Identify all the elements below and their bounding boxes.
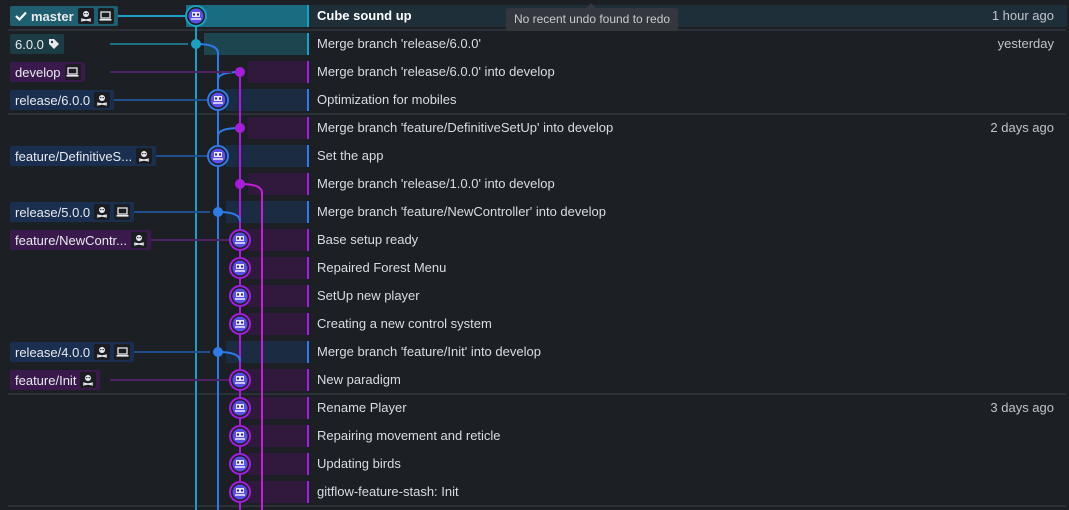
commit-message: Optimization for mobiles xyxy=(317,92,457,107)
author-avatar-icon[interactable] xyxy=(185,5,207,27)
author-avatar-icon[interactable] xyxy=(229,481,251,503)
commit-message: Repaired Forest Menu xyxy=(317,260,447,275)
gitflow-icon xyxy=(136,148,153,164)
commit-message: Set the app xyxy=(317,148,384,163)
tag-icon xyxy=(48,38,60,50)
commit-dot[interactable] xyxy=(235,67,245,77)
commit-message: Cube sound up xyxy=(317,8,412,23)
branch-label-text: feature/Init xyxy=(15,372,77,388)
commit-dot[interactable] xyxy=(235,123,245,133)
commit-dot[interactable] xyxy=(235,179,245,189)
commit-message: SetUp new player xyxy=(317,288,420,303)
gitflow-icon xyxy=(77,8,94,24)
laptop-icon xyxy=(114,344,131,360)
commit-message: Rename Player xyxy=(317,400,407,415)
gitflow-icon xyxy=(94,92,111,108)
branch-label-text: release/6.0.0 xyxy=(15,92,91,108)
author-avatar-icon[interactable] xyxy=(229,257,251,279)
gitflow-icon xyxy=(94,344,111,360)
gitflow-icon xyxy=(131,232,147,248)
branch-label[interactable]: release/5.0.0 xyxy=(10,202,135,222)
branch-label-text: 6.0.0 xyxy=(15,36,44,52)
commit-message: Creating a new control system xyxy=(317,316,492,331)
branch-label[interactable]: 6.0.0 xyxy=(10,34,64,54)
branch-label[interactable]: release/4.0.0 xyxy=(10,342,135,362)
commit-dot[interactable] xyxy=(191,39,201,49)
author-avatar-icon[interactable] xyxy=(229,453,251,475)
branch-label[interactable]: master xyxy=(10,6,118,26)
commit-message: Repairing movement and reticle xyxy=(317,428,501,443)
commit-dot[interactable] xyxy=(213,207,223,217)
author-avatar-icon[interactable] xyxy=(207,145,229,167)
branch-label[interactable]: feature/Init xyxy=(10,370,101,390)
branch-label-text: release/4.0.0 xyxy=(15,344,91,360)
author-avatar-icon[interactable] xyxy=(229,397,251,419)
author-avatar-icon[interactable] xyxy=(229,425,251,447)
author-avatar-icon[interactable] xyxy=(207,89,229,111)
author-avatar-icon[interactable] xyxy=(229,369,251,391)
gitflow-icon xyxy=(94,204,111,220)
commit-message: Merge branch 'release/6.0.0' xyxy=(317,36,481,51)
branch-label[interactable]: release/6.0.0 xyxy=(10,90,115,110)
commit-message: Merge branch 'release/6.0.0' into develo… xyxy=(317,64,555,79)
commit-message: Merge branch 'feature/Init' into develop xyxy=(317,344,541,359)
check-icon xyxy=(15,11,27,21)
author-avatar-icon[interactable] xyxy=(229,229,251,251)
laptop-icon xyxy=(97,8,114,24)
author-avatar-icon[interactable] xyxy=(229,285,251,307)
gitflow-icon xyxy=(80,372,97,388)
commit-time: 1 hour ago xyxy=(991,8,1054,23)
commit-message: Updating birds xyxy=(317,456,401,471)
branch-label-text: master xyxy=(31,8,74,24)
commit-graph: master Cube sound up 1 hour ago 6.0.0 Merge … xyxy=(0,0,1069,510)
commit-message: New paradigm xyxy=(317,372,401,387)
branch-label[interactable]: develop xyxy=(10,62,85,82)
branch-label-text: feature/NewContr... xyxy=(15,232,127,248)
commit-message: Merge branch 'feature/NewController' int… xyxy=(317,204,606,219)
commit-message: Base setup ready xyxy=(317,232,419,247)
commit-time: yesterday xyxy=(997,36,1054,51)
branch-label-text: release/5.0.0 xyxy=(15,204,91,220)
laptop-icon xyxy=(64,64,81,80)
branch-label-text: develop xyxy=(15,64,61,80)
commit-time: 3 days ago xyxy=(990,400,1054,415)
author-avatar-icon[interactable] xyxy=(229,313,251,335)
branch-label[interactable]: feature/DefinitiveS... xyxy=(10,146,157,166)
branch-label-text: feature/DefinitiveS... xyxy=(15,148,133,164)
commit-time: 2 days ago xyxy=(990,120,1054,135)
commit-message: gitflow-feature-stash: Init xyxy=(317,484,459,499)
commit-message: Merge branch 'feature/DefinitiveSetUp' i… xyxy=(317,120,614,135)
redo-tooltip: No recent undo found to redo xyxy=(506,3,678,31)
laptop-icon xyxy=(114,204,131,220)
commit-message: Merge branch 'release/1.0.0' into develo… xyxy=(317,176,555,191)
branch-label[interactable]: feature/NewContr... xyxy=(10,230,151,250)
commit-dot[interactable] xyxy=(213,347,223,357)
